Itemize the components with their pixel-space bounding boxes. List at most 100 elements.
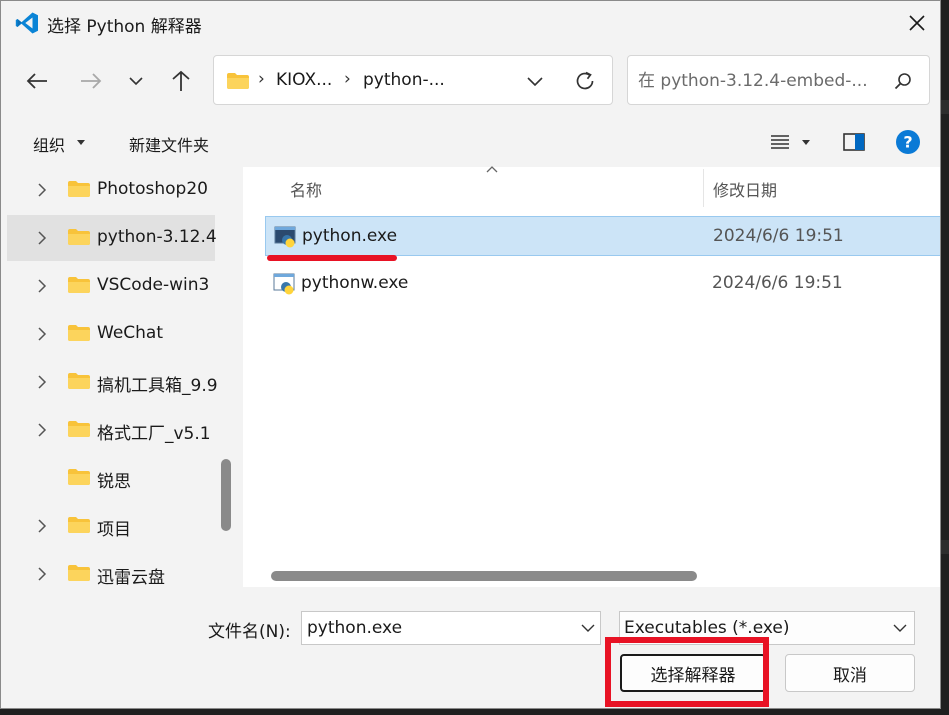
breadcrumb-item[interactable]: python-... (363, 70, 445, 90)
folder-icon (68, 277, 90, 293)
cancel-button[interactable]: 取消 (785, 654, 915, 692)
file-row-pythonw[interactable]: pythonw.exe 2024/6/6 19:51 (265, 264, 940, 304)
folder-icon (68, 421, 90, 437)
sidebar-item-label: 项目 (97, 520, 131, 540)
close-icon (909, 15, 925, 31)
chevron-down-icon (129, 77, 143, 86)
folder-icon (68, 229, 90, 245)
sidebar-scrollbar[interactable] (221, 459, 231, 531)
filename-input[interactable]: python.exe (307, 618, 402, 638)
caret-down-icon (77, 140, 85, 145)
new-folder-button[interactable]: 新建文件夹 (129, 132, 209, 156)
folder-icon (68, 469, 90, 485)
sort-ascending-icon (486, 166, 498, 173)
recent-locations-button[interactable] (118, 63, 154, 99)
refresh-button[interactable] (572, 68, 598, 94)
column-header-name[interactable]: 名称 (290, 177, 322, 201)
caret-down-icon (802, 139, 810, 145)
sidebar-item-label: 搞机工具箱_9.9 (97, 376, 218, 396)
python-exe-icon (274, 226, 296, 248)
file-date: 2024/6/6 19:51 (713, 226, 844, 246)
sidebar-item-label: 锐思 (97, 472, 131, 492)
svg-text:?: ? (903, 133, 912, 152)
refresh-icon (576, 71, 594, 90)
sidebar-item-vscode[interactable]: VSCode-win3 (7, 263, 215, 309)
search-input[interactable] (636, 68, 890, 94)
forward-button[interactable] (73, 63, 109, 99)
chevron-right-icon[interactable] (35, 421, 49, 439)
back-button[interactable] (19, 63, 55, 99)
dialog-footer: 文件名(N): python.exe Executables (*.exe) 选… (1, 589, 940, 708)
column-header-date[interactable]: 修改日期 (713, 177, 777, 201)
filename-combobox[interactable]: python.exe (301, 611, 601, 645)
address-bar[interactable]: › KIOX... › python-... (213, 55, 613, 105)
breadcrumb-separator: › (258, 69, 265, 89)
sidebar-item-label: WeChat (97, 323, 163, 343)
sidebar-item-label: VSCode-win3 (97, 275, 210, 295)
folder-icon (68, 325, 90, 341)
filetype-value: Executables (*.exe) (624, 618, 790, 638)
chevron-right-icon[interactable] (35, 277, 49, 295)
chevron-right-icon[interactable] (35, 517, 49, 535)
sidebar-item-photoshop[interactable]: Photoshop20 (7, 167, 215, 213)
chevron-down-icon (527, 77, 543, 86)
file-picker-dialog: 选择 Python 解释器 › KIOX... › python-... 在 p… (0, 0, 941, 709)
chevron-right-icon[interactable] (35, 373, 49, 391)
up-button[interactable] (163, 63, 199, 99)
organize-label: 组织 (33, 136, 66, 155)
sidebar-item-wechat[interactable]: WeChat (7, 311, 215, 357)
command-bar: 组织 新建文件夹 ? (1, 119, 940, 165)
sidebar-item-python[interactable]: python-3.12.4 (7, 215, 217, 261)
sidebar-item-format-factory[interactable]: 格式工厂_v5.1 (7, 407, 215, 453)
sidebar-item-xunlei[interactable]: 迅雷云盘 (7, 551, 215, 587)
view-options-button[interactable] (765, 128, 815, 156)
sidebar-item-ruisi[interactable]: 锐思 (7, 455, 215, 501)
search-button[interactable] (890, 68, 916, 94)
navigation-bar: › KIOX... › python-... (1, 45, 940, 117)
preview-pane-icon (843, 133, 865, 151)
window-title: 选择 Python 解释器 (47, 17, 202, 37)
sidebar-item-label: 迅雷云盘 (97, 568, 165, 587)
background-edge (941, 100, 949, 114)
preview-pane-button[interactable] (841, 128, 867, 156)
sidebar-item-toolbox[interactable]: 搞机工具箱_9.9 (7, 359, 218, 405)
arrow-left-icon (26, 73, 47, 89)
breadcrumb-item[interactable]: KIOX... (276, 70, 332, 90)
chevron-right-icon[interactable] (35, 325, 49, 343)
help-button[interactable]: ? (894, 128, 922, 156)
chevron-down-icon[interactable] (580, 622, 596, 634)
sidebar-item-label: 格式工厂_v5.1 (97, 424, 211, 444)
folder-icon (227, 73, 249, 89)
help-icon: ? (896, 130, 920, 154)
annotation-underline (267, 255, 397, 261)
list-view-icon (771, 135, 789, 149)
file-name: python.exe (302, 226, 398, 246)
folder-icon (68, 517, 90, 533)
arrow-up-icon (172, 70, 190, 91)
breadcrumb-separator: › (344, 69, 351, 89)
chevron-right-icon[interactable] (35, 565, 49, 583)
chevron-right-icon[interactable] (35, 229, 49, 247)
sidebar-item-label: python-3.12.4 (97, 227, 217, 247)
folder-icon (68, 373, 90, 389)
pythonw-exe-icon (273, 273, 295, 295)
address-dropdown-button[interactable] (522, 68, 548, 94)
search-icon (894, 73, 911, 90)
folder-icon (68, 181, 90, 197)
file-list-scrollbar[interactable] (271, 571, 697, 581)
vscode-icon (15, 12, 39, 34)
title-bar: 选择 Python 解释器 (1, 1, 940, 45)
folder-icon (68, 565, 90, 581)
column-divider[interactable] (703, 169, 704, 207)
file-date: 2024/6/6 19:51 (712, 273, 843, 293)
chevron-right-icon[interactable] (35, 181, 49, 199)
close-button[interactable] (894, 1, 940, 45)
file-row-python[interactable]: python.exe 2024/6/6 19:51 (265, 216, 940, 256)
file-list[interactable]: 名称 修改日期 python.exe 2024/6/6 19:51 python… (243, 166, 940, 587)
search-box[interactable] (627, 55, 930, 105)
arrow-right-icon (81, 73, 102, 89)
sidebar-item-projects[interactable]: 项目 (7, 503, 215, 549)
annotation-highlight-box (605, 637, 769, 707)
background-edge (941, 540, 949, 554)
navigation-pane[interactable]: Photoshop20 python-3.12.4 VSCode-win3 We… (1, 167, 241, 587)
